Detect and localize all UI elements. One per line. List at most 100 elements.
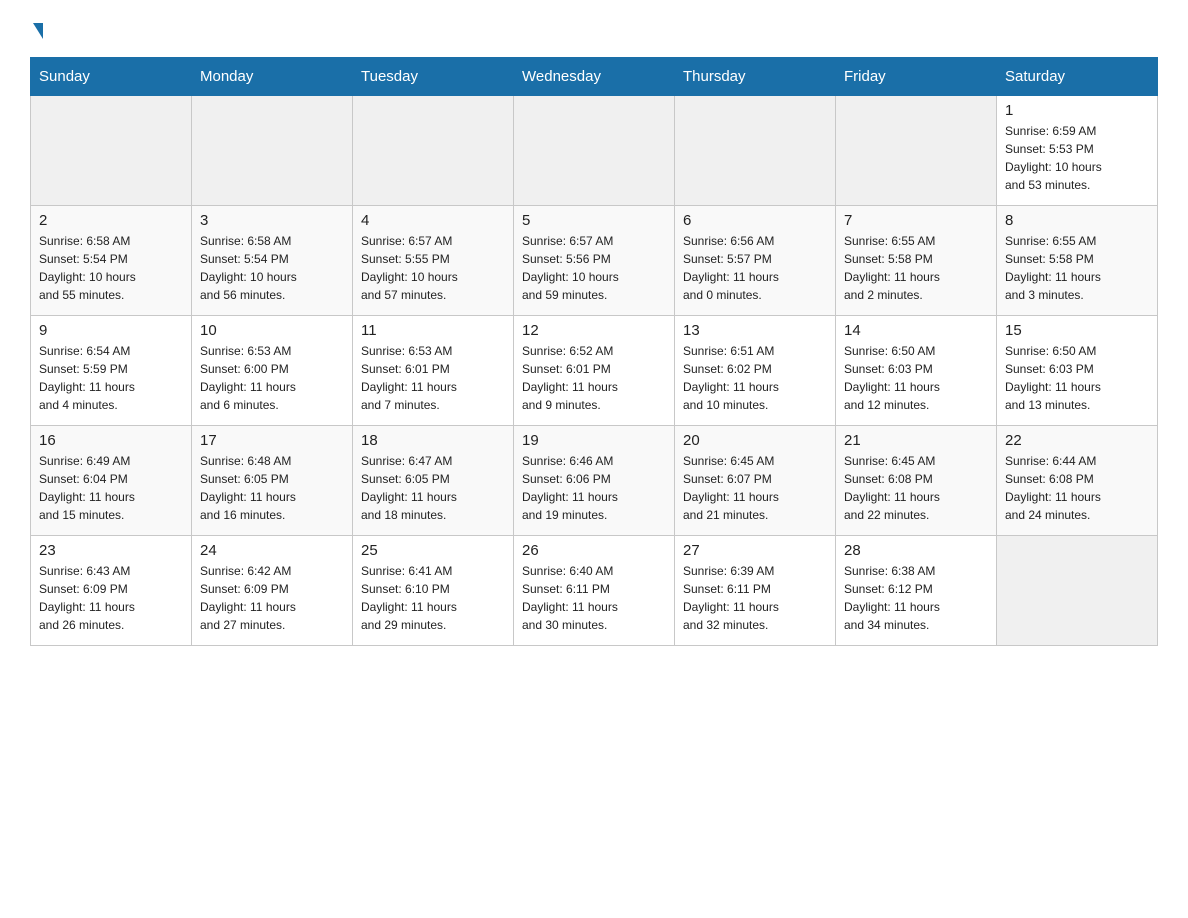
day-info: Sunrise: 6:56 AM Sunset: 5:57 PM Dayligh…	[683, 232, 827, 304]
day-number: 25	[361, 542, 505, 559]
weekday-header-tuesday: Tuesday	[353, 58, 514, 96]
calendar-week-row: 23 Sunrise: 6:43 AM Sunset: 6:09 PM Dayli…	[31, 536, 1158, 646]
weekday-header-sunday: Sunday	[31, 58, 192, 96]
calendar-cell: 11 Sunrise: 6:53 AM Sunset: 6:01 PM Dayli…	[353, 316, 514, 426]
calendar-cell: 13 Sunrise: 6:51 AM Sunset: 6:02 PM Dayli…	[675, 316, 836, 426]
day-number: 12	[522, 322, 666, 339]
calendar-cell: 6 Sunrise: 6:56 AM Sunset: 5:57 PM Daylig…	[675, 206, 836, 316]
calendar-cell: 12 Sunrise: 6:52 AM Sunset: 6:01 PM Dayli…	[514, 316, 675, 426]
calendar-cell: 21 Sunrise: 6:45 AM Sunset: 6:08 PM Dayli…	[836, 426, 997, 536]
day-number: 6	[683, 212, 827, 229]
day-info: Sunrise: 6:50 AM Sunset: 6:03 PM Dayligh…	[844, 342, 988, 414]
page-header	[30, 20, 1158, 39]
calendar-cell: 4 Sunrise: 6:57 AM Sunset: 5:55 PM Daylig…	[353, 206, 514, 316]
day-number: 11	[361, 322, 505, 339]
day-number: 10	[200, 322, 344, 339]
day-number: 23	[39, 542, 183, 559]
calendar-cell: 27Sunrise: 6:39 AM Sunset: 6:11 PM Dayli…	[675, 536, 836, 646]
weekday-header-monday: Monday	[192, 58, 353, 96]
calendar-cell: 25 Sunrise: 6:41 AM Sunset: 6:10 PM Dayli…	[353, 536, 514, 646]
day-info: Sunrise: 6:48 AM Sunset: 6:05 PM Dayligh…	[200, 452, 344, 524]
day-number: 19	[522, 432, 666, 449]
calendar-cell: 1Sunrise: 6:59 AM Sunset: 5:53 PM Daylig…	[997, 96, 1158, 206]
day-number: 15	[1005, 322, 1149, 339]
calendar-cell	[192, 96, 353, 206]
day-number: 9	[39, 322, 183, 339]
calendar-cell	[353, 96, 514, 206]
day-info: Sunrise: 6:58 AM Sunset: 5:54 PM Dayligh…	[200, 232, 344, 304]
day-number: 17	[200, 432, 344, 449]
day-number: 21	[844, 432, 988, 449]
calendar-cell: 28 Sunrise: 6:38 AM Sunset: 6:12 PM Dayli…	[836, 536, 997, 646]
day-number: 26	[522, 542, 666, 559]
day-number: 28	[844, 542, 988, 559]
day-number: 16	[39, 432, 183, 449]
calendar-cell: 2 Sunrise: 6:58 AM Sunset: 5:54 PM Daylig…	[31, 206, 192, 316]
calendar-cell: 19 Sunrise: 6:46 AM Sunset: 6:06 PM Dayli…	[514, 426, 675, 536]
day-info: Sunrise: 6:45 AM Sunset: 6:07 PM Dayligh…	[683, 452, 827, 524]
calendar-cell	[675, 96, 836, 206]
day-number: 4	[361, 212, 505, 229]
calendar-cell: 15 Sunrise: 6:50 AM Sunset: 6:03 PM Dayli…	[997, 316, 1158, 426]
day-number: 24	[200, 542, 344, 559]
day-info: Sunrise: 6:53 AM Sunset: 6:00 PM Dayligh…	[200, 342, 344, 414]
calendar-cell: 7 Sunrise: 6:55 AM Sunset: 5:58 PM Daylig…	[836, 206, 997, 316]
day-number: 27	[683, 542, 827, 559]
weekday-header-row: SundayMondayTuesdayWednesdayThursdayFrid…	[31, 58, 1158, 96]
calendar-cell: 20 Sunrise: 6:45 AM Sunset: 6:07 PM Dayli…	[675, 426, 836, 536]
calendar-cell: 18 Sunrise: 6:47 AM Sunset: 6:05 PM Dayli…	[353, 426, 514, 536]
day-info: Sunrise: 6:49 AM Sunset: 6:04 PM Dayligh…	[39, 452, 183, 524]
day-info: Sunrise: 6:52 AM Sunset: 6:01 PM Dayligh…	[522, 342, 666, 414]
logo-triangle-icon	[33, 23, 43, 39]
day-info: Sunrise: 6:57 AM Sunset: 5:56 PM Dayligh…	[522, 232, 666, 304]
day-info: Sunrise: 6:53 AM Sunset: 6:01 PM Dayligh…	[361, 342, 505, 414]
day-info: Sunrise: 6:58 AM Sunset: 5:54 PM Dayligh…	[39, 232, 183, 304]
logo	[30, 20, 43, 39]
calendar-cell: 22 Sunrise: 6:44 AM Sunset: 6:08 PM Dayli…	[997, 426, 1158, 536]
day-number: 8	[1005, 212, 1149, 229]
calendar-cell	[997, 536, 1158, 646]
calendar-cell: 9 Sunrise: 6:54 AM Sunset: 5:59 PM Daylig…	[31, 316, 192, 426]
day-info: Sunrise: 6:57 AM Sunset: 5:55 PM Dayligh…	[361, 232, 505, 304]
calendar-cell: 5 Sunrise: 6:57 AM Sunset: 5:56 PM Daylig…	[514, 206, 675, 316]
calendar-week-row: 9 Sunrise: 6:54 AM Sunset: 5:59 PM Daylig…	[31, 316, 1158, 426]
day-info: Sunrise: 6:47 AM Sunset: 6:05 PM Dayligh…	[361, 452, 505, 524]
day-info: Sunrise: 6:55 AM Sunset: 5:58 PM Dayligh…	[1005, 232, 1149, 304]
calendar-cell	[514, 96, 675, 206]
day-info: Sunrise: 6:51 AM Sunset: 6:02 PM Dayligh…	[683, 342, 827, 414]
calendar-cell: 3 Sunrise: 6:58 AM Sunset: 5:54 PM Daylig…	[192, 206, 353, 316]
calendar-cell: 17 Sunrise: 6:48 AM Sunset: 6:05 PM Dayli…	[192, 426, 353, 536]
day-number: 5	[522, 212, 666, 229]
calendar-week-row: 16 Sunrise: 6:49 AM Sunset: 6:04 PM Dayli…	[31, 426, 1158, 536]
day-info: Sunrise: 6:43 AM Sunset: 6:09 PM Dayligh…	[39, 562, 183, 634]
day-info: Sunrise: 6:54 AM Sunset: 5:59 PM Dayligh…	[39, 342, 183, 414]
day-number: 3	[200, 212, 344, 229]
day-number: 13	[683, 322, 827, 339]
day-info: Sunrise: 6:50 AM Sunset: 6:03 PM Dayligh…	[1005, 342, 1149, 414]
day-number: 20	[683, 432, 827, 449]
day-info: Sunrise: 6:41 AM Sunset: 6:10 PM Dayligh…	[361, 562, 505, 634]
day-number: 22	[1005, 432, 1149, 449]
weekday-header-wednesday: Wednesday	[514, 58, 675, 96]
day-info: Sunrise: 6:45 AM Sunset: 6:08 PM Dayligh…	[844, 452, 988, 524]
calendar-cell: 16 Sunrise: 6:49 AM Sunset: 6:04 PM Dayli…	[31, 426, 192, 536]
calendar-week-row: 2 Sunrise: 6:58 AM Sunset: 5:54 PM Daylig…	[31, 206, 1158, 316]
day-info: Sunrise: 6:38 AM Sunset: 6:12 PM Dayligh…	[844, 562, 988, 634]
calendar-cell: 24 Sunrise: 6:42 AM Sunset: 6:09 PM Dayli…	[192, 536, 353, 646]
calendar-cell: 8 Sunrise: 6:55 AM Sunset: 5:58 PM Daylig…	[997, 206, 1158, 316]
calendar-cell	[31, 96, 192, 206]
day-info: Sunrise: 6:46 AM Sunset: 6:06 PM Dayligh…	[522, 452, 666, 524]
day-number: 7	[844, 212, 988, 229]
weekday-header-friday: Friday	[836, 58, 997, 96]
day-info: Sunrise: 6:44 AM Sunset: 6:08 PM Dayligh…	[1005, 452, 1149, 524]
day-info: Sunrise: 6:42 AM Sunset: 6:09 PM Dayligh…	[200, 562, 344, 634]
day-info: Sunrise: 6:55 AM Sunset: 5:58 PM Dayligh…	[844, 232, 988, 304]
day-number: 1	[1005, 102, 1149, 119]
day-number: 2	[39, 212, 183, 229]
weekday-header-thursday: Thursday	[675, 58, 836, 96]
calendar-cell: 26 Sunrise: 6:40 AM Sunset: 6:11 PM Dayli…	[514, 536, 675, 646]
weekday-header-saturday: Saturday	[997, 58, 1158, 96]
day-info: Sunrise: 6:40 AM Sunset: 6:11 PM Dayligh…	[522, 562, 666, 634]
calendar-cell: 10 Sunrise: 6:53 AM Sunset: 6:00 PM Dayli…	[192, 316, 353, 426]
day-number: 18	[361, 432, 505, 449]
